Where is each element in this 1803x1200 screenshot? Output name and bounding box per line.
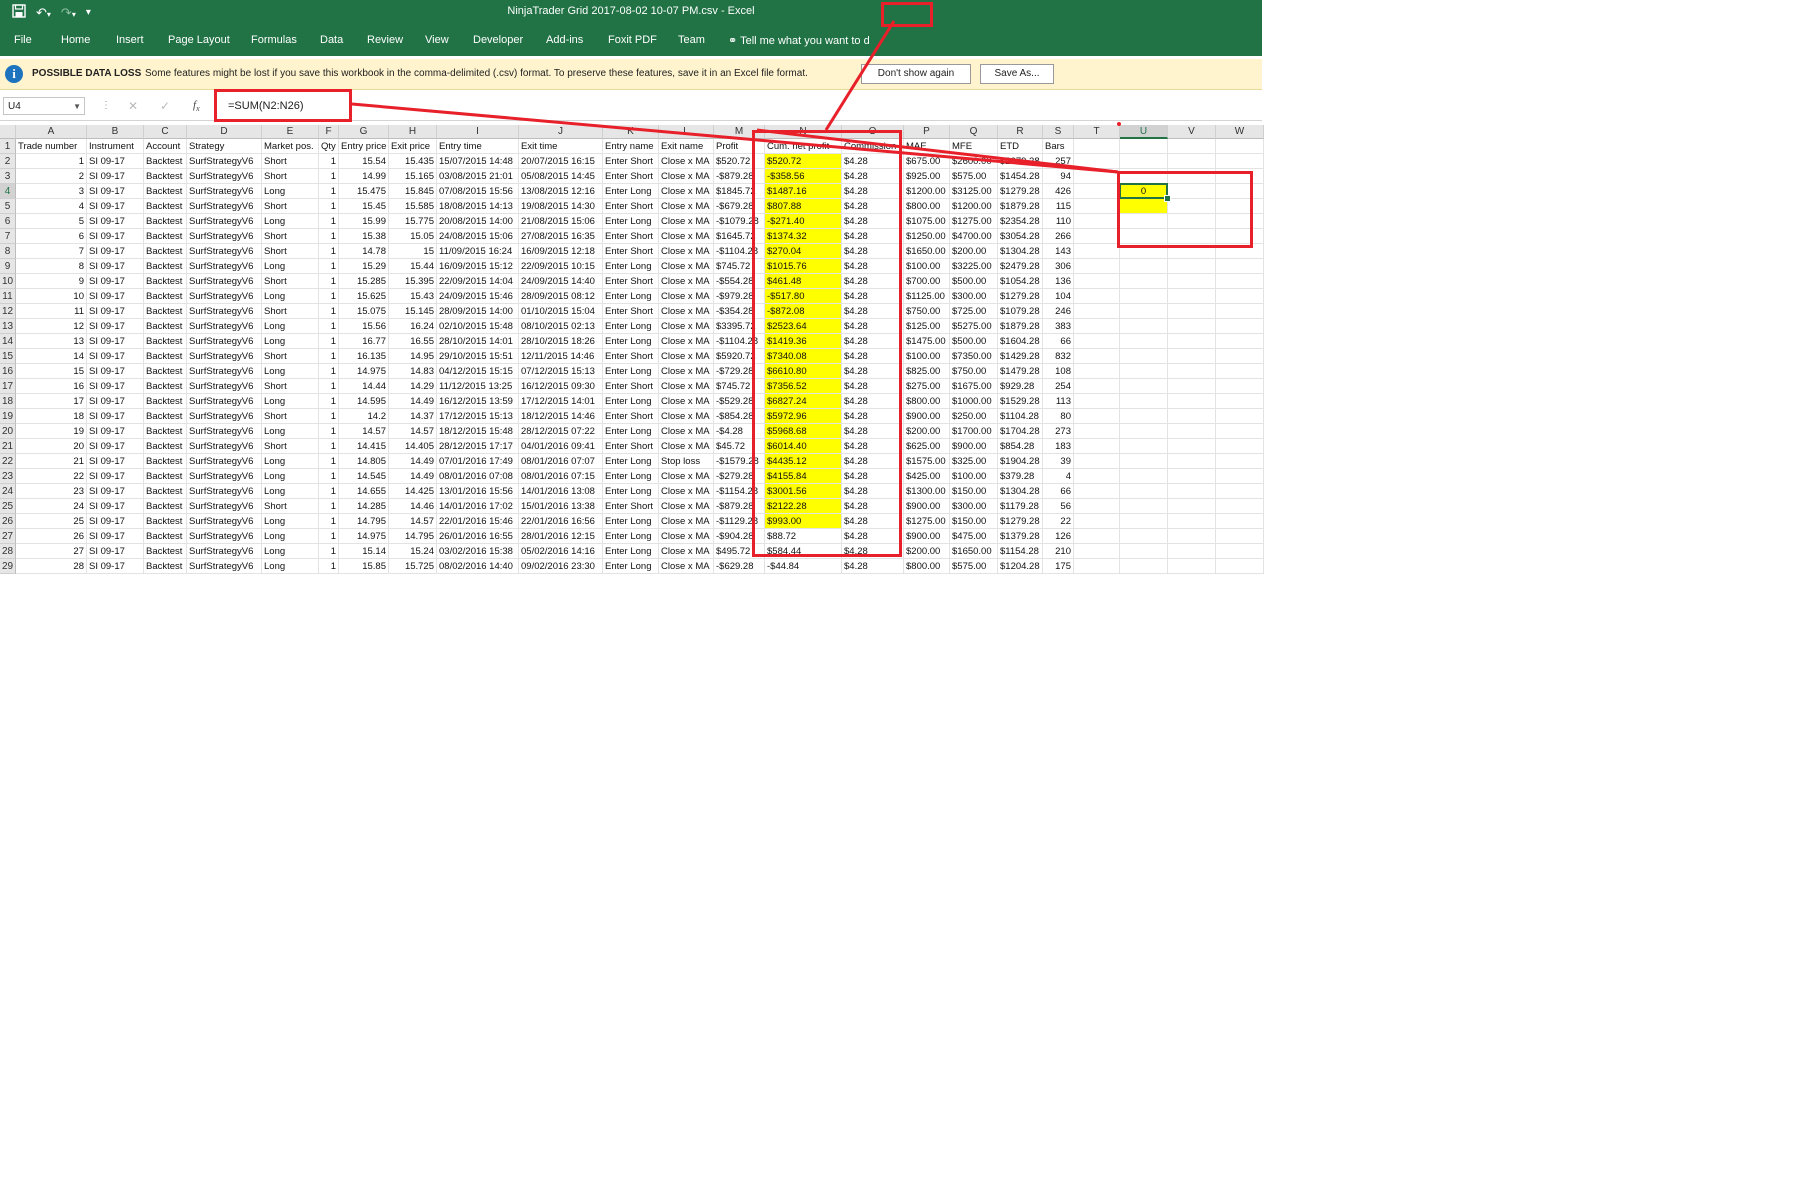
annotation-arrow-filename xyxy=(824,20,896,131)
annotation-box-result xyxy=(1117,171,1253,248)
annotation-box-filename xyxy=(881,2,933,27)
annotation-box-cum-profit xyxy=(752,130,902,557)
annotation-overlay xyxy=(351,20,1121,174)
excel-window: ↶▾ ↷▾ ▾ NinjaTrader Grid 2017-08-02 10-0… xyxy=(0,0,1264,582)
annotation-arrow-formula xyxy=(351,102,1119,174)
annotation-box-formula xyxy=(214,89,352,122)
annotation-dot xyxy=(1117,122,1121,126)
